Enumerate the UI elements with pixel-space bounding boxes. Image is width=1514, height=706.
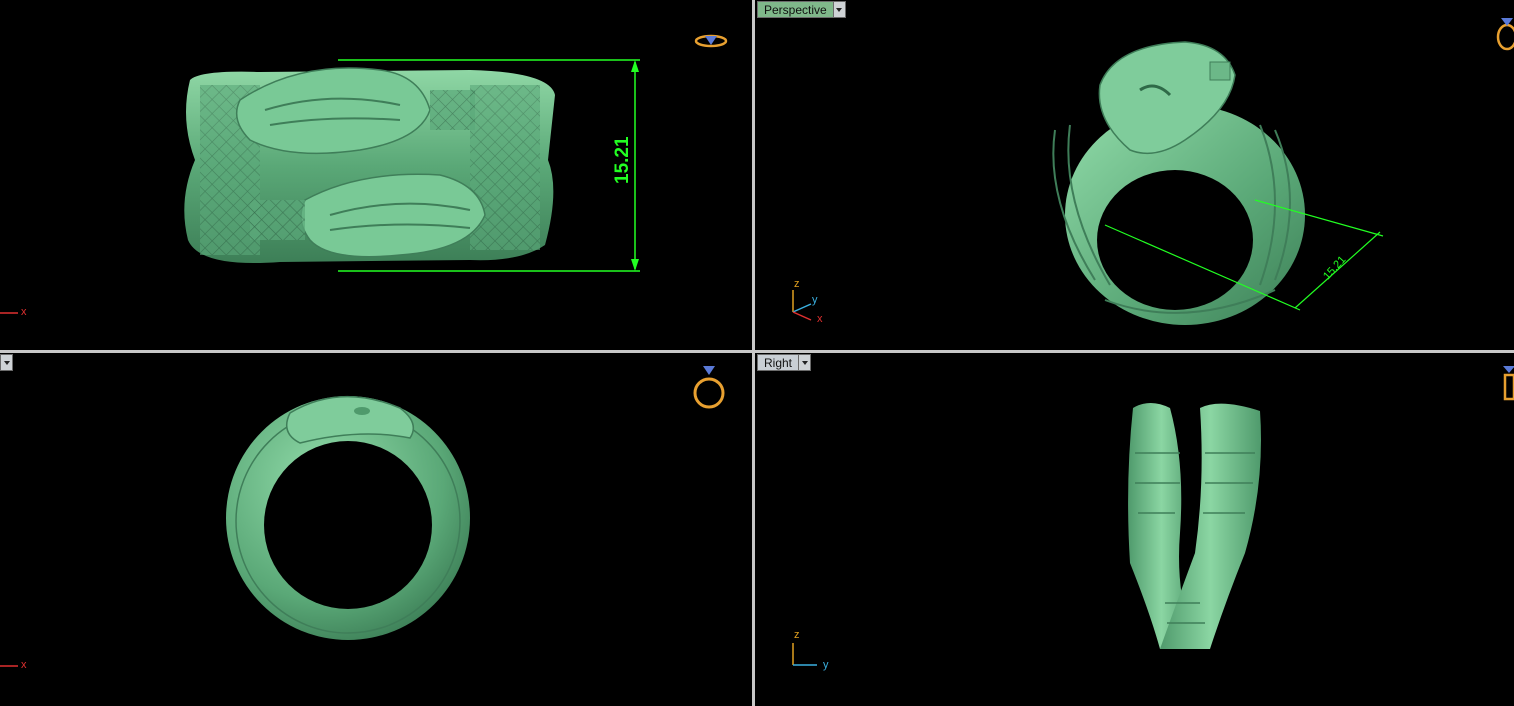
axis-y-label: y <box>823 659 829 671</box>
front-view-scene <box>0 366 725 667</box>
ring-gem-icon[interactable] <box>694 34 728 48</box>
ring-model-top <box>184 67 555 264</box>
viewport-label-perspective[interactable]: Perspective <box>757 1 846 18</box>
viewport-perspective[interactable]: Perspective 15.21 z y x <box>755 0 1514 350</box>
axis-y-label: y <box>812 294 818 306</box>
ring-gem-icon[interactable] <box>1503 366 1514 401</box>
viewport-front[interactable]: x <box>0 353 752 706</box>
perspective-view-scene <box>792 18 1514 325</box>
ring-gem-icon[interactable] <box>693 366 725 409</box>
chevron-down-icon[interactable] <box>798 354 812 371</box>
viewport-label-right[interactable]: Right <box>757 354 812 371</box>
axis-z-label: z <box>794 278 800 290</box>
viewport-name[interactable]: Right <box>757 354 799 371</box>
right-view-scene <box>792 366 1514 666</box>
ring-model-front <box>226 395 470 640</box>
ring-gem-icon[interactable] <box>1496 18 1514 51</box>
viewport-right[interactable]: Right z y <box>755 353 1514 706</box>
ring-model-right <box>1128 403 1261 649</box>
top-view-scene <box>0 34 728 314</box>
chevron-down-icon[interactable] <box>832 1 846 18</box>
viewport-top[interactable]: 15.21 x <box>0 0 752 350</box>
axis-x-label: x <box>21 306 27 318</box>
ring-model-perspective <box>1052 41 1305 325</box>
viewport-label-front[interactable] <box>0 354 13 371</box>
axis-indicator-right <box>792 643 817 666</box>
axis-indicator-perspective <box>792 290 812 321</box>
viewport-name[interactable]: Perspective <box>757 1 833 18</box>
axis-z-label: z <box>794 629 800 641</box>
axis-x-label: x <box>21 659 27 671</box>
axis-x-label: x <box>817 313 823 325</box>
chevron-down-icon[interactable] <box>0 354 13 371</box>
